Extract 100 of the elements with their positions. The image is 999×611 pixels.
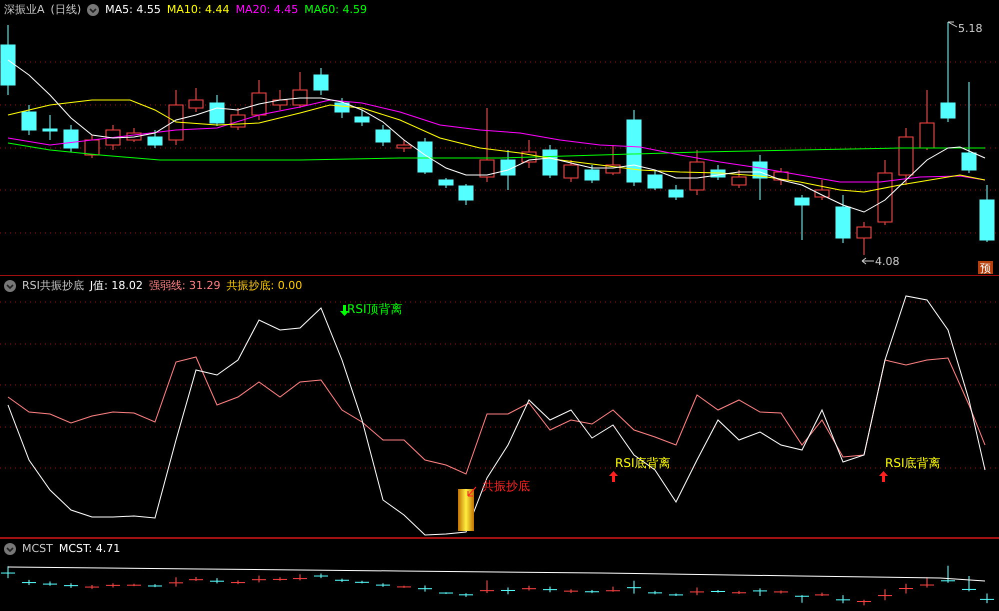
- candlestick: [606, 144, 620, 176]
- forecast-badge: 预: [978, 261, 993, 274]
- mini-candle: [210, 578, 224, 584]
- mini-candle: [774, 590, 788, 594]
- mini-candle: [920, 576, 934, 588]
- candlestick: [354, 110, 370, 126]
- mini-candle: [814, 592, 830, 596]
- mini-candle: [648, 590, 662, 595]
- candlestick: [418, 138, 432, 174]
- mini-candle: [690, 587, 704, 596]
- candlestick: [22, 104, 36, 136]
- mini-candle: [354, 580, 370, 584]
- mini-candle: [856, 599, 872, 606]
- candlestick: [458, 184, 474, 206]
- mini-candle: [898, 583, 914, 594]
- candlestick: [794, 194, 810, 240]
- mini-candle: [710, 590, 726, 594]
- indicator-reading: MCST: 4.71: [58, 542, 120, 555]
- candlestick: [334, 98, 350, 118]
- mini-candle: [940, 565, 956, 584]
- candlestick: [376, 124, 390, 146]
- dropdown-icon[interactable]: [4, 542, 16, 554]
- high-price-label: 5.18: [948, 22, 982, 35]
- dropdown-icon[interactable]: [87, 4, 100, 16]
- mini-candle: [84, 584, 100, 590]
- mini-candle: [230, 580, 246, 585]
- candlestick: [126, 128, 142, 142]
- mini-candle: [418, 584, 432, 592]
- indicator-title: RSI共振抄底: [22, 279, 84, 292]
- candlestick: [272, 90, 288, 110]
- candlestick: [668, 184, 684, 200]
- candlestick: [814, 180, 830, 200]
- mini-candle: [272, 576, 288, 582]
- candlestick: [168, 90, 184, 146]
- mini-candle: [980, 592, 994, 604]
- indicator-reading: 强弱线: 31.29: [148, 279, 221, 292]
- candlestick: [438, 178, 454, 188]
- candlestick: [0, 24, 16, 96]
- candlestick: [314, 68, 328, 96]
- mini-candle: [626, 580, 642, 594]
- candlestick: [148, 130, 162, 148]
- mini-candle: [334, 578, 350, 583]
- indicator-reading: 共振抄底: 0.00: [226, 279, 302, 292]
- mini-candle: [606, 586, 620, 592]
- mini-candle: [752, 588, 768, 596]
- mini-candle: [168, 576, 184, 588]
- candlestick: [188, 88, 204, 112]
- mini-candle: [962, 575, 976, 592]
- mini-candle: [458, 592, 474, 598]
- mini-candle: [64, 582, 78, 588]
- candlestick: [710, 164, 726, 180]
- mini-candle: [500, 587, 516, 595]
- signal-label: RSI底背离: [615, 456, 670, 470]
- candlestick: [292, 72, 308, 108]
- mini-candle: [522, 585, 536, 592]
- indicator-reading: MA10: 4.44: [166, 3, 230, 16]
- candlestick: [648, 170, 662, 190]
- mini-candle: [314, 573, 328, 579]
- mini-candle: [376, 582, 390, 588]
- candlestick: [500, 150, 516, 190]
- indicator-reading: MA60: 4.59: [304, 3, 367, 16]
- arrow-icon: [468, 486, 476, 496]
- mini-candle: [106, 582, 120, 588]
- mini-candle: [252, 575, 266, 583]
- candlestick: [774, 168, 788, 186]
- candlestick: [542, 144, 558, 178]
- mini-candle: [836, 594, 850, 604]
- mini-candle: [22, 579, 36, 586]
- low-price-label: 4.08: [862, 255, 900, 268]
- candlestick: [84, 134, 100, 158]
- candlestick: [752, 154, 768, 200]
- candlestick: [230, 108, 246, 130]
- candlestick: [920, 90, 934, 150]
- mini-candle: [42, 581, 58, 586]
- candlestick: [42, 114, 58, 140]
- indicator-reading: J值: 18.02: [90, 279, 143, 292]
- mini-candle: [126, 583, 142, 587]
- mini-candle: [794, 594, 810, 604]
- candlestick: [106, 124, 120, 150]
- indicator-reading: MA20: 4.45: [236, 3, 298, 16]
- mini-candle: [668, 592, 684, 596]
- up-arrow-icon: [879, 471, 888, 482]
- mini-candle: [188, 576, 204, 582]
- candlestick: [396, 140, 412, 152]
- dropdown-icon[interactable]: [4, 280, 16, 292]
- candlestick: [252, 80, 266, 120]
- mini-candle: [542, 586, 558, 593]
- candlestick: [64, 124, 78, 152]
- period-label: (日线): [50, 3, 82, 16]
- indicator-reading: MA5: 4.55: [105, 3, 161, 16]
- mini-candle: [564, 588, 578, 594]
- mini-candle: [396, 585, 412, 588]
- mini-candle: [878, 588, 892, 601]
- candlestick: [898, 128, 914, 186]
- signal-label: RSI顶背离: [347, 302, 402, 316]
- candlestick: [980, 184, 994, 242]
- candlestick: [690, 150, 704, 196]
- mini-candle: [148, 584, 162, 588]
- candlestick: [584, 164, 600, 184]
- candlestick: [836, 194, 850, 244]
